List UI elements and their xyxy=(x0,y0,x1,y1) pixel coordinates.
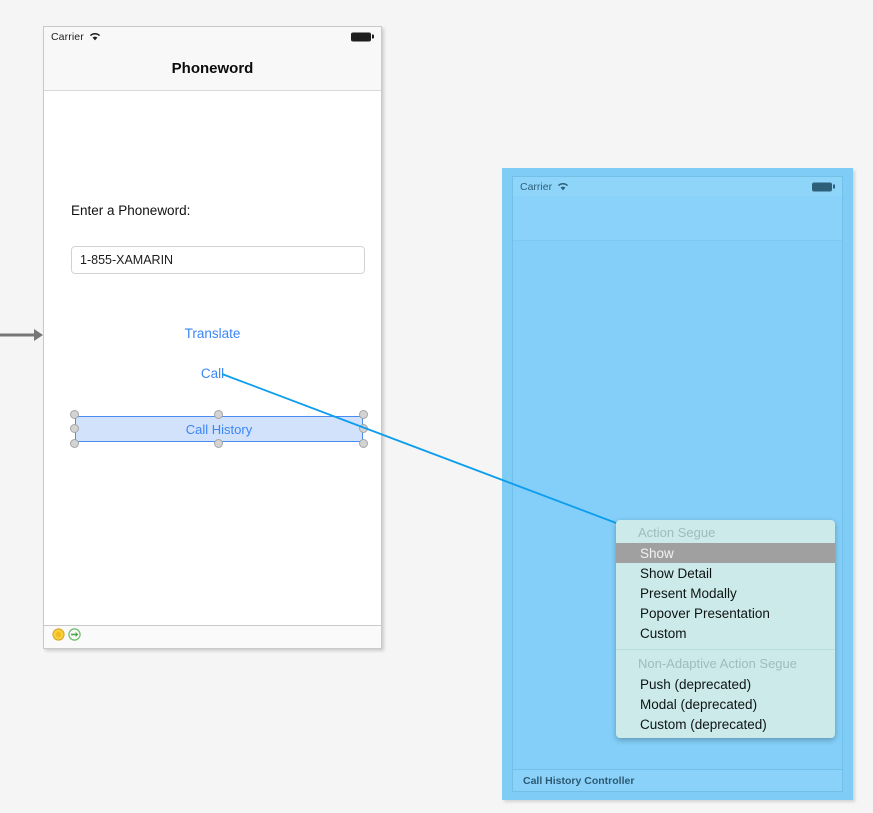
menu-item-push-deprecated[interactable]: Push (deprecated) xyxy=(616,674,835,694)
battery-full-icon xyxy=(351,32,374,41)
resize-handle-bottom-left[interactable] xyxy=(70,439,79,448)
resize-handle-top-left[interactable] xyxy=(70,410,79,419)
menu-item-modal-deprecated[interactable]: Modal (deprecated) xyxy=(616,694,835,714)
scene2-footer-label: Call History Controller xyxy=(513,769,842,791)
phoneword-input-value: 1-855-XAMARIN xyxy=(80,253,173,267)
menu-section-header: Action Segue xyxy=(616,523,835,543)
translate-button[interactable]: Translate xyxy=(44,326,381,341)
phoneword-label: Enter a Phoneword: xyxy=(71,203,190,218)
entry-point-arrow xyxy=(0,327,44,343)
resize-handle-bottom-center[interactable] xyxy=(214,439,223,448)
scene2-status-bar: Carrier xyxy=(513,177,842,196)
exit-segue-icon[interactable] xyxy=(68,628,81,646)
page-title: Phoneword xyxy=(172,60,254,77)
phoneword-input[interactable]: 1-855-XAMARIN xyxy=(71,246,365,274)
menu-item-popover-presentation[interactable]: Popover Presentation xyxy=(616,603,835,623)
menu-item-show-detail[interactable]: Show Detail xyxy=(616,563,835,583)
menu-divider xyxy=(616,649,835,650)
wifi-icon xyxy=(557,182,569,191)
scene1-dock[interactable] xyxy=(44,625,381,648)
menu-item-custom-deprecated[interactable]: Custom (deprecated) xyxy=(616,714,835,734)
view-controller-icon[interactable] xyxy=(52,628,65,646)
segue-type-menu[interactable]: Action Segue Show Show Detail Present Mo… xyxy=(616,520,835,738)
call-history-button-selection[interactable]: Call History xyxy=(75,416,363,442)
wifi-icon xyxy=(89,32,101,41)
resize-handle-middle-left[interactable] xyxy=(70,424,79,433)
arrow-right-icon xyxy=(0,327,44,343)
resize-handle-top-right[interactable] xyxy=(359,410,368,419)
menu-section-non-adaptive-action-segue: Non-Adaptive Action Segue Push (deprecat… xyxy=(616,654,835,734)
menu-section-header: Non-Adaptive Action Segue xyxy=(616,654,835,674)
menu-item-custom[interactable]: Custom xyxy=(616,623,835,643)
call-button[interactable]: Call xyxy=(44,366,381,381)
scene1-body: Enter a Phoneword: 1-855-XAMARIN Transla… xyxy=(44,91,381,628)
resize-handle-bottom-right[interactable] xyxy=(359,439,368,448)
carrier-label: Carrier xyxy=(520,181,552,193)
scene1-nav-bar: Phoneword xyxy=(44,46,381,91)
carrier-label: Carrier xyxy=(51,31,84,43)
menu-item-show[interactable]: Show xyxy=(616,543,835,563)
phoneword-scene[interactable]: Carrier Phoneword Enter a Phoneword: 1-8… xyxy=(43,26,382,649)
menu-section-action-segue: Action Segue Show Show Detail Present Mo… xyxy=(616,523,835,643)
battery-full-icon xyxy=(812,182,835,191)
storyboard-canvas[interactable]: Carrier Phoneword Enter a Phoneword: 1-8… xyxy=(0,0,873,813)
menu-item-present-modally[interactable]: Present Modally xyxy=(616,583,835,603)
resize-handle-middle-right[interactable] xyxy=(359,424,368,433)
resize-handle-top-center[interactable] xyxy=(214,410,223,419)
scene1-status-bar: Carrier xyxy=(44,27,381,46)
scene2-nav-bar xyxy=(513,196,842,241)
